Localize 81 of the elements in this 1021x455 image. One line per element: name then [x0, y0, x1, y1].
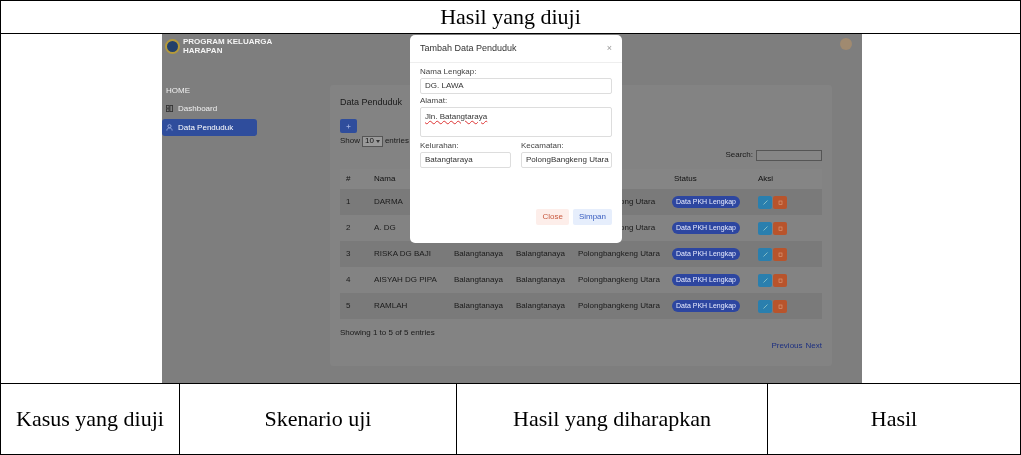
table-cell: DARMA: [374, 197, 403, 206]
table-cell: Balangtanaya: [516, 275, 565, 284]
table-cell: 3: [346, 249, 351, 258]
edit-button[interactable]: [758, 273, 772, 287]
close-button[interactable]: ×: [606, 44, 612, 53]
entries-info: Showing 1 to 5 of 5 entries: [340, 327, 435, 339]
table-cell: 1: [346, 197, 351, 206]
edit-button[interactable]: [758, 299, 772, 313]
pencil-icon: [762, 199, 768, 205]
table-cell: Balangtanaya: [454, 249, 503, 258]
trash-icon: [777, 277, 783, 283]
entries-select[interactable]: 10: [362, 135, 383, 147]
field-label: Kelurahan:: [420, 141, 460, 150]
caret-icon: [375, 139, 380, 143]
table-cell: 2: [346, 223, 351, 232]
edit-button[interactable]: [758, 195, 772, 209]
sidebar-item[interactable]: Dashboard: [162, 100, 257, 117]
column-heading: Hasil yang diharapkan: [513, 407, 711, 431]
pagination-link[interactable]: Previous: [771, 340, 803, 352]
delete-button[interactable]: [773, 273, 787, 287]
delete-button[interactable]: [773, 221, 787, 235]
sidebar-item[interactable]: Data Penduduk: [162, 119, 257, 136]
textarea-field[interactable]: Jln. Batangtaraya: [420, 107, 612, 137]
delete-button[interactable]: [773, 195, 787, 209]
column-heading: Hasil: [870, 407, 918, 431]
avatar[interactable]: [840, 38, 852, 50]
table-cell: RISKA DG BAJI: [374, 249, 431, 258]
column-heading: Kasus yang diuji: [16, 407, 164, 431]
search-field[interactable]: [756, 149, 822, 161]
table-cell: Balangtanaya: [516, 249, 565, 258]
delete-button[interactable]: [773, 247, 787, 261]
trash-icon: [777, 251, 783, 257]
column-header[interactable]: #: [346, 174, 351, 183]
trash-icon: [777, 225, 783, 231]
table-cell: A. DG: [374, 223, 396, 232]
user-icon: [166, 124, 173, 131]
field-label: Nama Lengkap:: [420, 67, 478, 76]
input-field[interactable]: PolongBangkeng Utara: [521, 152, 612, 168]
pencil-icon: [762, 251, 768, 257]
page-title: Data Penduduk: [340, 96, 403, 109]
input-field[interactable]: Batangtaraya: [420, 152, 511, 168]
table-cell: 4: [346, 275, 351, 284]
column-heading: Skenario uji: [264, 407, 372, 431]
trash-icon: [777, 303, 783, 309]
modal-title: Tambah Data Penduduk: [420, 41, 517, 55]
column-header[interactable]: Aksi: [758, 174, 774, 183]
show-label: Show: [340, 135, 360, 147]
delete-button[interactable]: [773, 299, 787, 313]
table-cell: Polongbangkeng Utara: [578, 249, 660, 258]
search-label: Search:: [725, 149, 753, 161]
entries-label: entries: [384, 135, 409, 147]
table-cell: Balangtanaya: [516, 301, 565, 310]
add-button[interactable]: [340, 119, 357, 133]
table-cell: Balangtanaya: [454, 301, 503, 310]
table-cell: RAMLAH: [374, 301, 408, 310]
pencil-icon: [762, 225, 768, 231]
input-field[interactable]: DG. LAWA: [420, 78, 612, 94]
pencil-icon: [762, 303, 768, 309]
field-label: Alamat:: [420, 96, 449, 105]
edit-button[interactable]: [758, 247, 772, 261]
table-cell: Polongbangkeng Utara: [578, 301, 660, 310]
pagination-link[interactable]: Next: [805, 340, 822, 352]
plus-icon: [346, 123, 351, 129]
dashboard-icon: [166, 105, 173, 112]
table-title: Hasil yang diuji: [440, 6, 581, 28]
section-label: HOME: [166, 85, 191, 97]
pencil-icon: [762, 277, 768, 283]
field-label: Kecamatan:: [521, 141, 565, 150]
dialog-button[interactable]: Close: [536, 209, 569, 225]
table-cell: 5: [346, 301, 351, 310]
logo-text: PROGRAM KELUARGA: [183, 37, 273, 46]
column-header[interactable]: Nama: [374, 174, 396, 183]
table-cell: Balangtanaya: [454, 275, 503, 284]
logo-icon: [165, 38, 180, 54]
edit-button[interactable]: [758, 221, 772, 235]
table-cell: Polongbangkeng Utara: [578, 275, 660, 284]
column-header[interactable]: Status: [674, 174, 697, 183]
table-cell: AISYAH DG PIPA: [374, 275, 437, 284]
dialog-button[interactable]: Simpan: [572, 209, 612, 225]
logo-text: HARAPAN: [183, 46, 224, 55]
trash-icon: [777, 199, 783, 205]
